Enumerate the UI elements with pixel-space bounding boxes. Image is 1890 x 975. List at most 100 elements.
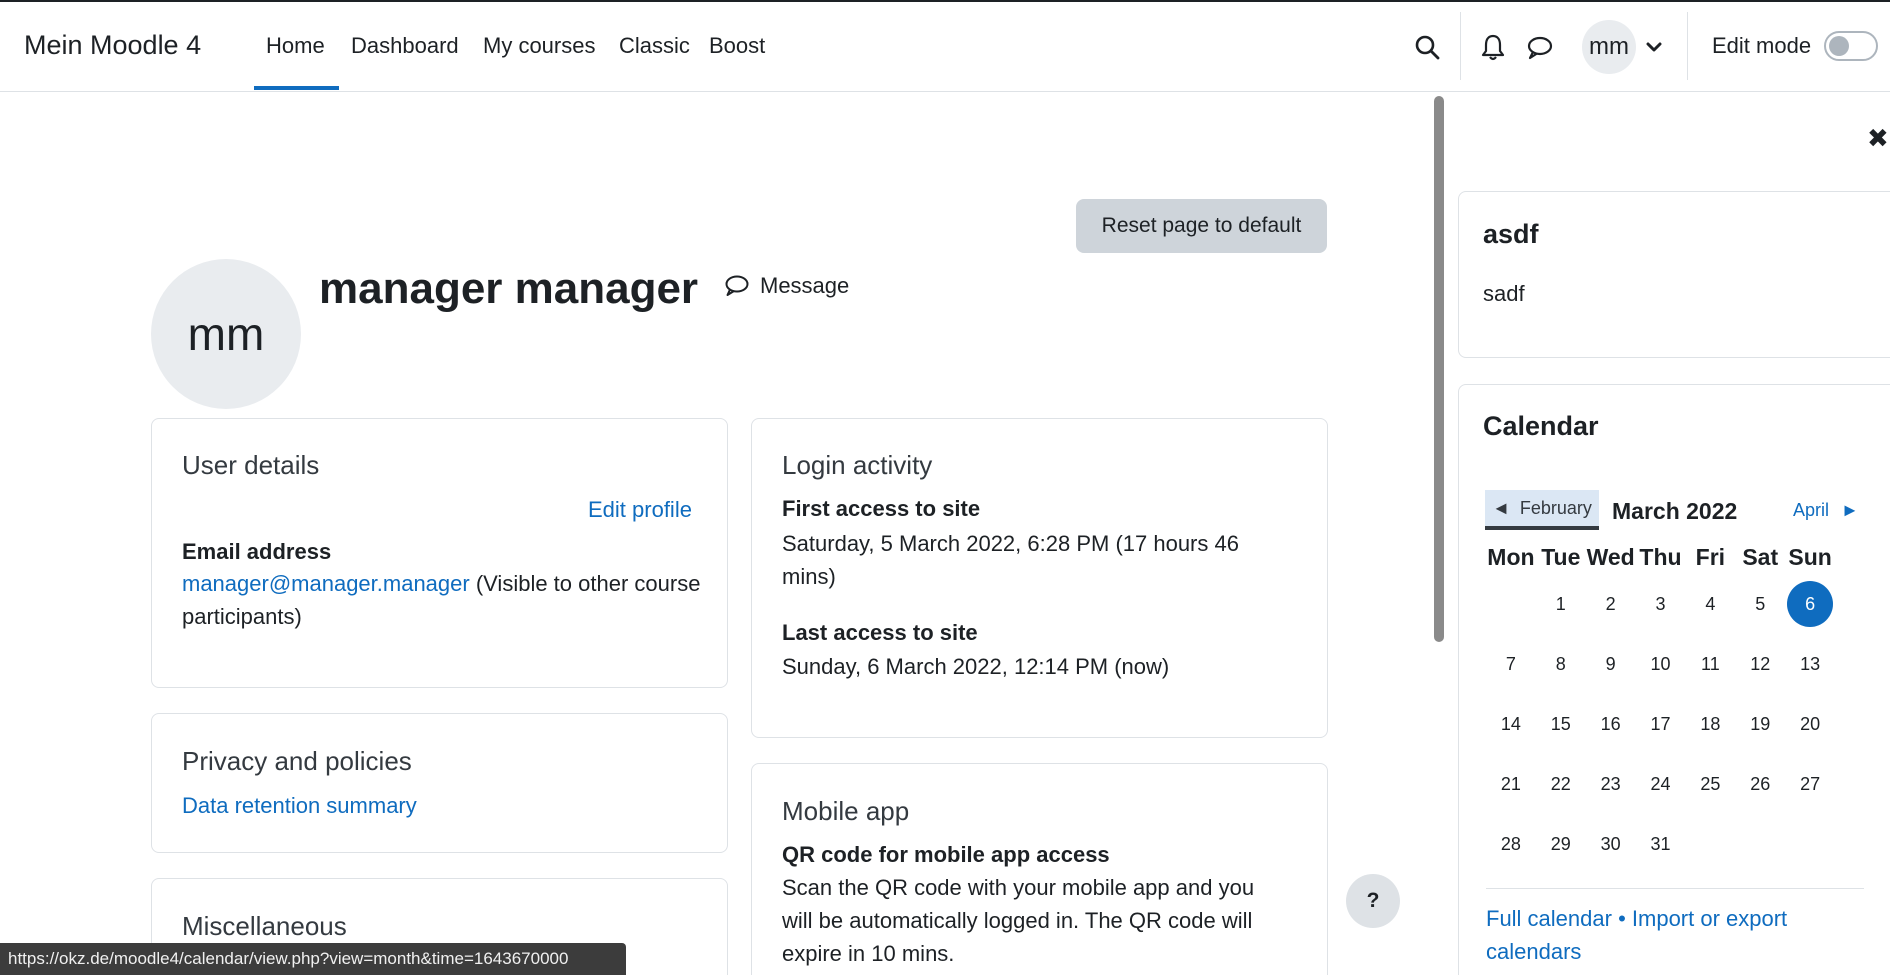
weekday-mon: Mon bbox=[1487, 543, 1535, 570]
calendar-day-number: 19 bbox=[1750, 713, 1771, 734]
calendar-day[interactable]: 20 bbox=[1785, 714, 1835, 735]
footer-separator: • bbox=[1611, 906, 1632, 931]
calendar-day-number: 22 bbox=[1550, 773, 1571, 794]
nav-dashboard[interactable]: Dashboard bbox=[351, 33, 459, 59]
nav-separator bbox=[1687, 12, 1688, 80]
weekday-tue: Tue bbox=[1541, 543, 1581, 570]
calendar-day[interactable]: 10 bbox=[1636, 654, 1686, 675]
calendar-day[interactable]: 31 bbox=[1636, 834, 1686, 855]
prev-month-label: February bbox=[1519, 497, 1592, 518]
calendar-day[interactable]: 8 bbox=[1536, 654, 1586, 675]
messages-icon[interactable] bbox=[1526, 35, 1554, 66]
calendar-day-number: 12 bbox=[1750, 653, 1771, 674]
qr-code-text: Scan the QR code with your mobile app an… bbox=[782, 875, 1255, 966]
calendar-day[interactable]: 18 bbox=[1685, 714, 1735, 735]
calendar-footer-divider bbox=[1486, 888, 1864, 889]
page-title: manager manager bbox=[319, 264, 699, 313]
site-brand[interactable]: Mein Moodle 4 bbox=[24, 30, 201, 61]
calendar-day-number: 21 bbox=[1500, 773, 1521, 794]
calendar-day[interactable]: 27 bbox=[1785, 774, 1835, 795]
calendar-week-row: 14 15 16 17 18 19 20 bbox=[1486, 694, 1835, 754]
text-block bbox=[1458, 191, 1890, 358]
calendar-day-number: 28 bbox=[1500, 833, 1521, 854]
calendar-day[interactable]: 13 bbox=[1785, 654, 1835, 675]
close-icon[interactable]: ✖ bbox=[1867, 123, 1889, 154]
calendar-week-row: 21 22 23 24 25 26 27 bbox=[1486, 754, 1835, 814]
weekday-fri: Fri bbox=[1695, 543, 1726, 570]
help-button[interactable]: ? bbox=[1346, 874, 1400, 928]
calendar-day-number: 24 bbox=[1650, 773, 1671, 794]
next-month-label: April bbox=[1793, 500, 1830, 520]
calendar-day[interactable]: 22 bbox=[1536, 774, 1586, 795]
main-scrollbar-thumb[interactable] bbox=[1434, 96, 1444, 642]
calendar-prev-month[interactable]: ◄ February bbox=[1485, 490, 1599, 530]
calendar-day[interactable]: 30 bbox=[1586, 834, 1636, 855]
nav-classic[interactable]: Classic bbox=[619, 33, 690, 59]
nav-boost[interactable]: Boost bbox=[709, 33, 765, 59]
calendar-day[interactable]: 11 bbox=[1685, 654, 1735, 675]
calendar-day[interactable]: 16 bbox=[1586, 714, 1636, 735]
calendar-day[interactable]: 7 bbox=[1486, 654, 1536, 675]
calendar-day[interactable]: 6 bbox=[1785, 581, 1835, 627]
first-access-value: Saturday, 5 March 2022, 6:28 PM (17 hour… bbox=[782, 531, 1239, 589]
profile-avatar: mm bbox=[151, 259, 301, 409]
message-button[interactable]: Message bbox=[724, 273, 849, 299]
search-icon[interactable] bbox=[1414, 34, 1440, 65]
calendar-week-row: 1 2 3 4 56 bbox=[1486, 574, 1835, 634]
calendar-day[interactable]: 25 bbox=[1685, 774, 1735, 795]
nav-home[interactable]: Home bbox=[266, 33, 325, 59]
text-block-content: sadf bbox=[1483, 281, 1525, 306]
calendar-day[interactable]: 17 bbox=[1636, 714, 1686, 735]
calendar-day-number: 11 bbox=[1701, 653, 1720, 674]
bell-icon[interactable] bbox=[1480, 33, 1506, 66]
calendar-day-number: 3 bbox=[1655, 593, 1666, 614]
nav-my-courses[interactable]: My courses bbox=[483, 33, 595, 59]
edit-mode-toggle[interactable] bbox=[1824, 31, 1878, 61]
calendar-day-number: 7 bbox=[1505, 653, 1516, 674]
calendar-day-number: 4 bbox=[1705, 593, 1716, 614]
last-access-value: Sunday, 6 March 2022, 12:14 PM (now) bbox=[782, 654, 1170, 679]
calendar-day[interactable]: 2 bbox=[1586, 594, 1636, 615]
chevron-down-icon[interactable] bbox=[1645, 40, 1663, 59]
calendar-day[interactable]: 3 bbox=[1636, 594, 1686, 615]
toggle-knob bbox=[1829, 36, 1849, 56]
text-block-title: asdf bbox=[1483, 219, 1539, 249]
calendar-day[interactable]: 24 bbox=[1636, 774, 1686, 795]
reset-page-button[interactable]: Reset page to default bbox=[1076, 199, 1327, 253]
full-calendar-link[interactable]: Full calendar bbox=[1486, 906, 1612, 931]
email-link[interactable]: manager@manager.manager bbox=[182, 571, 470, 596]
message-label: Message bbox=[760, 273, 850, 298]
calendar-day-number: 9 bbox=[1605, 653, 1616, 674]
calendar-next-month[interactable]: April ► bbox=[1793, 500, 1859, 521]
top-navbar: Mein Moodle 4 Home Dashboard My courses … bbox=[0, 0, 1890, 92]
edit-mode-label: Edit mode bbox=[1712, 33, 1812, 58]
calendar-day[interactable]: 5 bbox=[1735, 594, 1785, 615]
calendar-day[interactable]: 19 bbox=[1735, 714, 1785, 735]
weekday-sat: Sat bbox=[1742, 543, 1779, 570]
calendar-day[interactable]: 1 bbox=[1536, 594, 1586, 615]
calendar-day[interactable]: 12 bbox=[1735, 654, 1785, 675]
calendar-day[interactable]: 14 bbox=[1486, 714, 1536, 735]
calendar-weekdays: Mon Tue Wed Thu Fri Sat Sun bbox=[1486, 540, 1835, 574]
calendar-day[interactable]: 29 bbox=[1536, 834, 1586, 855]
miscellaneous-title: Miscellaneous bbox=[182, 911, 347, 941]
calendar-day[interactable]: 23 bbox=[1586, 774, 1636, 795]
calendar-day-number: 18 bbox=[1700, 713, 1721, 734]
calendar-day[interactable]: 9 bbox=[1586, 654, 1636, 675]
login-activity-title: Login activity bbox=[782, 450, 933, 480]
calendar-day[interactable]: 15 bbox=[1536, 714, 1586, 735]
calendar-week-row: 7 8 9 10 11 12 13 bbox=[1486, 634, 1835, 694]
nav-separator bbox=[1460, 12, 1461, 80]
calendar-day[interactable]: 26 bbox=[1735, 774, 1785, 795]
qr-code-label: QR code for mobile app access bbox=[782, 842, 1110, 867]
calendar-day[interactable]: 4 bbox=[1685, 594, 1735, 615]
user-menu-avatar[interactable]: mm bbox=[1582, 20, 1636, 74]
email-row: manager@manager.manager (Visible to othe… bbox=[182, 567, 702, 633]
edit-profile-link[interactable]: Edit profile bbox=[588, 493, 692, 526]
calendar-day-number: 16 bbox=[1600, 713, 1621, 734]
calendar-day[interactable]: 21 bbox=[1486, 774, 1536, 795]
calendar-day-number: 29 bbox=[1550, 833, 1571, 854]
data-retention-link[interactable]: Data retention summary bbox=[182, 789, 417, 822]
calendar-day[interactable]: 28 bbox=[1486, 834, 1536, 855]
first-access-label: First access to site bbox=[782, 496, 981, 521]
